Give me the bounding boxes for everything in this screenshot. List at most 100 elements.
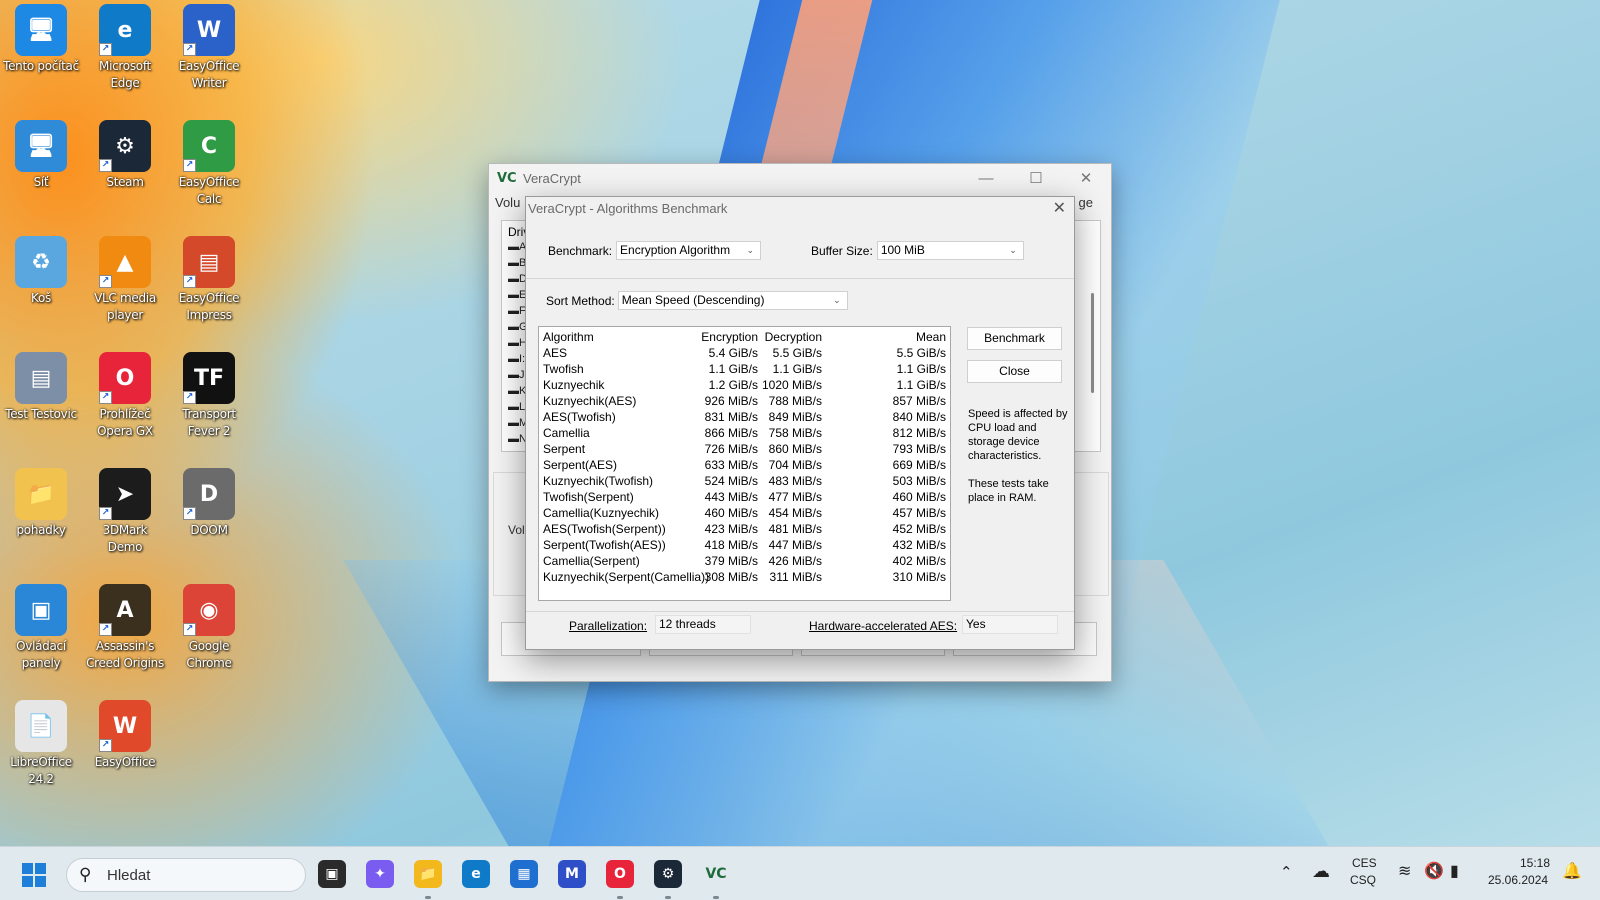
wifi-icon[interactable]: ≋ — [1398, 861, 1411, 881]
shortcut-arrow-icon: ↗ — [183, 275, 196, 288]
desktop-icon[interactable]: ◉ ↗ Google Chrome — [168, 584, 250, 672]
desktop-icon[interactable]: ▤ ↗ EasyOffice Impress — [168, 236, 250, 324]
writer-icon: W ↗ — [183, 4, 235, 56]
desktop-icon[interactable]: ➤ ↗ 3DMark Demo — [84, 468, 166, 556]
buffer-size-select[interactable]: 100 MiB ⌄ — [876, 241, 1024, 260]
language-indicator-bottom[interactable]: CSQ — [1350, 873, 1376, 887]
cell-encryption: 633 MiB/s — [704, 458, 758, 472]
desktop-icon[interactable]: ⚙ ↗ Steam — [84, 120, 166, 191]
edge-icon[interactable]: e — [462, 860, 490, 888]
cell-decryption: 1020 MiB/s — [761, 378, 822, 392]
desktop-icon[interactable]: C ↗ EasyOffice Calc — [168, 120, 250, 208]
table-row[interactable]: Kuznyechik 1.2 GiB/s 1020 MiB/s 1.1 GiB/s — [539, 377, 950, 393]
table-row[interactable]: Camellia(Kuznyechik) 460 MiB/s 454 MiB/s 45… — [539, 505, 950, 521]
buffer-size-row: Buffer Size: 100 MiB ⌄ — [811, 241, 1024, 260]
desktop-icon[interactable]: 🖥 Tento počítač — [0, 4, 82, 75]
desktop-icon[interactable]: 🖥 Síť — [0, 120, 82, 191]
desktop-icon[interactable]: O ↗ Prohlížeč Opera GX — [84, 352, 166, 440]
minimize-icon[interactable]: — — [961, 164, 1011, 192]
desktop-icon[interactable]: TF ↗ Transport Fever 2 — [168, 352, 250, 440]
benchmark-titlebar: VeraCrypt - Algorithms Benchmark ✕ — [526, 197, 1074, 221]
cell-algorithm: Camellia(Kuznyechik) — [543, 506, 660, 520]
3dmark-taskbar-icon[interactable]: M — [558, 860, 586, 888]
table-row[interactable]: Kuznyechik(AES) 926 MiB/s 788 MiB/s 857 MiB… — [539, 393, 950, 409]
table-row[interactable]: Twofish 1.1 GiB/s 1.1 GiB/s 1.1 GiB/s — [539, 361, 950, 377]
table-row[interactable]: Serpent(AES) 633 MiB/s 704 MiB/s 669 MiB/s — [539, 457, 950, 473]
desktop-icon[interactable]: ▤ Test Testovic — [0, 352, 82, 423]
file-explorer-icon[interactable]: 📁 — [414, 860, 442, 888]
edge-icon: e ↗ — [99, 4, 151, 56]
desktop-icon[interactable]: W ↗ EasyOffice — [84, 700, 166, 771]
desktop-icon[interactable]: D ↗ DOOM — [168, 468, 250, 539]
table-row[interactable]: Kuznyechik(Twofish) 524 MiB/s 483 MiB/s 503… — [539, 473, 950, 489]
close-icon[interactable]: ✕ — [1061, 164, 1111, 192]
onedrive-cloud-icon[interactable]: ☁ — [1312, 861, 1330, 882]
clock-date[interactable]: 25.06.2024 — [1488, 873, 1548, 887]
clock-time[interactable]: 15:18 — [1520, 856, 1550, 870]
cell-mean: 840 MiB/s — [892, 410, 946, 424]
sort-method-select[interactable]: Mean Speed (Descending) ⌄ — [617, 291, 848, 310]
steam-icon[interactable]: ⚙ — [654, 860, 682, 888]
benchmark-results-table[interactable]: Algorithm Encryption Decryption Mean AES… — [538, 326, 951, 601]
libreoffice-icon: 📄 — [15, 700, 67, 752]
desktop-icon[interactable]: 📁 pohadky — [0, 468, 82, 539]
vlc-icon: ▲ ↗ — [99, 236, 151, 288]
table-row[interactable]: Serpent(Twofish(AES)) 418 MiB/s 447 MiB/s 4… — [539, 537, 950, 553]
table-row[interactable]: AES(Twofish(Serpent)) 423 MiB/s 481 MiB/s 4… — [539, 521, 950, 537]
desktop-icon[interactable]: A ↗ Assassin's Creed Origins — [84, 584, 166, 672]
folder-icon: 📁 — [15, 468, 67, 520]
search-icon: ⚲ — [79, 865, 92, 884]
cell-encryption: 1.1 GiB/s — [708, 362, 758, 376]
maximize-icon[interactable]: ☐ — [1011, 164, 1061, 192]
microsoft-store-icon[interactable]: ▦ — [510, 860, 538, 888]
menu-settings-partial[interactable]: ge — [1079, 192, 1093, 214]
benchmark-type-select[interactable]: Encryption Algorithm ⌄ — [616, 241, 762, 260]
desktop-icon[interactable]: ▲ ↗ VLC media player — [84, 236, 166, 324]
desktop-icon[interactable]: W ↗ EasyOffice Writer — [168, 4, 250, 92]
desktop-icon[interactable]: 📄 LibreOffice 24.2 — [0, 700, 82, 788]
table-row[interactable]: Camellia(Serpent) 379 MiB/s 426 MiB/s 402 M… — [539, 553, 950, 569]
table-row[interactable]: Kuznyechik(Serpent(Camellia)) 308 MiB/s 31… — [539, 569, 950, 585]
veracrypt-icon[interactable]: VC — [702, 860, 730, 888]
cell-algorithm: Twofish(Serpent) — [543, 490, 634, 504]
language-indicator-top[interactable]: CES — [1352, 856, 1377, 870]
task-view-icon[interactable]: ▣ — [318, 860, 346, 888]
column-header-algorithm[interactable]: Algorithm — [543, 329, 594, 345]
sort-method-label: Sort Method: — [546, 293, 615, 308]
taskbar-search-box[interactable]: ⚲ Hledat — [66, 858, 306, 892]
sort-method-value: Mean Speed (Descending) — [621, 293, 765, 307]
battery-icon[interactable]: ▮ — [1450, 861, 1459, 881]
column-header-encryption[interactable]: Encryption — [701, 329, 758, 345]
column-header-mean[interactable]: Mean — [916, 329, 946, 345]
desktop-icon[interactable]: ▣ Ovládací panely — [0, 584, 82, 672]
table-row[interactable]: AES(Twofish) 831 MiB/s 849 MiB/s 840 MiB/s — [539, 409, 950, 425]
notification-bell-icon[interactable]: 🔔 — [1562, 861, 1582, 881]
search-placeholder: Hledat — [107, 867, 151, 884]
table-row[interactable]: Serpent 726 MiB/s 860 MiB/s 793 MiB/s — [539, 441, 950, 457]
opera-gx-icon[interactable]: O — [606, 860, 634, 888]
chevron-down-icon: ⌄ — [833, 295, 841, 305]
benchmark-type-value: Encryption Algorithm — [620, 243, 731, 257]
benchmark-button[interactable]: Benchmark — [967, 327, 1062, 350]
desktop-icon[interactable]: e ↗ Microsoft Edge — [84, 4, 166, 92]
table-row[interactable]: Camellia 866 MiB/s 758 MiB/s 812 MiB/s — [539, 425, 950, 441]
speaker-muted-icon[interactable]: 🔇 — [1424, 861, 1444, 881]
cell-encryption: 5.4 GiB/s — [708, 346, 758, 360]
drive-list-scrollbar[interactable] — [1091, 293, 1094, 393]
cell-mean: 503 MiB/s — [892, 474, 946, 488]
transport-fever-icon: TF ↗ — [183, 352, 235, 404]
cell-decryption: 483 MiB/s — [768, 474, 822, 488]
recycle-bin-icon: ♻ — [15, 236, 67, 288]
windows-start-icon[interactable] — [22, 863, 46, 887]
menu-volumes[interactable]: Volu — [495, 195, 520, 210]
chevron-up-icon[interactable]: ⌃ — [1280, 863, 1293, 881]
close-icon[interactable]: ✕ — [1053, 197, 1066, 221]
copilot-icon[interactable]: ✦ — [366, 860, 394, 888]
table-row[interactable]: AES 5.4 GiB/s 5.5 GiB/s 5.5 GiB/s — [539, 345, 950, 361]
cell-mean: 452 MiB/s — [892, 522, 946, 536]
column-header-decryption[interactable]: Decryption — [765, 329, 822, 345]
close-button[interactable]: Close — [967, 360, 1062, 383]
desktop-icon[interactable]: ♻ Koš — [0, 236, 82, 307]
drive-list-item[interactable]: ▬I: — [508, 353, 525, 365]
table-row[interactable]: Twofish(Serpent) 443 MiB/s 477 MiB/s 460 Mi… — [539, 489, 950, 505]
